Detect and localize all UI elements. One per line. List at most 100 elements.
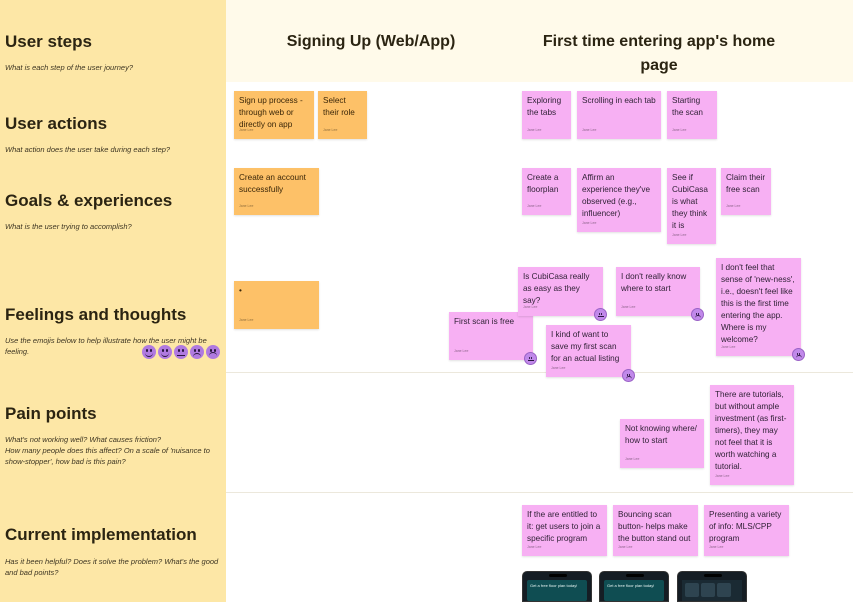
note-author: Jane Lee (551, 366, 566, 370)
note-author: Jane Lee (527, 204, 542, 208)
sticky-note-text: Create an account successfully (239, 173, 306, 194)
app-screen (682, 580, 742, 601)
app-screenshot[interactable]: Get a free floor plan today! (599, 571, 669, 602)
app-tile (685, 583, 699, 597)
note-author: Jane Lee (672, 233, 687, 237)
row-divider (226, 372, 853, 373)
phone-notch (704, 574, 722, 577)
note-author: Jane Lee (721, 345, 736, 349)
neutral-icon (174, 345, 188, 359)
app-tile (701, 583, 715, 597)
note-author: Jane Lee (582, 128, 597, 132)
row-subtitle-user-actions: What action does the user take during ea… (5, 145, 171, 154)
sticky-note[interactable]: Exploring the tabs Jane Lee (522, 91, 571, 139)
sticky-note-text: I don't feel that sense of 'new-ness', i… (721, 263, 795, 344)
note-author: Jane Lee (523, 305, 538, 309)
sticky-note[interactable]: I kind of want to save my first scan for… (546, 325, 635, 382)
note-author: Jane Lee (625, 457, 640, 461)
sticky-note-text: I don't really know where to start (621, 272, 687, 293)
note-author: Jane Lee (527, 128, 542, 132)
sticky-note[interactable]: I don't really know where to start Jane … (616, 267, 704, 321)
sticky-note[interactable]: Create a floorplan Jane Lee (522, 168, 571, 215)
app-screen-text: Get a free floor plan today! (607, 583, 655, 588)
sticky-note-text: First scan is free (454, 317, 515, 326)
row-subtitle-current-implementation: Has it been helpful? Does it solve the p… (5, 557, 219, 577)
row-subtitle-goals: What is the user trying to accomplish? (5, 222, 132, 231)
sticky-note[interactable]: First scan is free Jane Lee (449, 312, 537, 365)
row-subtitle-pain-points: What's not working well? What causes fri… (5, 435, 210, 466)
sticky-note[interactable]: Create an account successfully Jane Lee (234, 168, 319, 215)
emoji-scale (142, 345, 220, 359)
app-screen: Get a free floor plan today! (604, 580, 664, 601)
app-screen: Get a free floor plan today! (527, 580, 587, 601)
sticky-note[interactable]: Affirm an experience they've observed (e… (577, 168, 661, 232)
sticky-note[interactable]: Scrolling in each tab Jane Lee (577, 91, 661, 139)
column-header-first-time: First time entering app's home page (542, 33, 776, 74)
row-title-current-implementation: Current implementation (5, 525, 197, 544)
note-author: Jane Lee (239, 128, 254, 132)
sticky-note[interactable]: Presenting a variety of info: MLS/CPP pr… (704, 505, 789, 556)
sticky-note-text: Bouncing scan button- helps make the but… (618, 510, 691, 543)
sad-icon (622, 369, 635, 382)
sticky-note-text: Exploring the tabs (527, 96, 562, 117)
sticky-note[interactable]: Is CubiCasa really as easy as they say? … (518, 267, 607, 321)
sticky-note-text: • (239, 286, 242, 295)
row-title-pain-points: Pain points (5, 404, 97, 423)
column-header-signup: Signing Up (Web/App) (286, 33, 456, 50)
neutral-icon (594, 308, 607, 321)
row-subtitle-user-steps: What is each step of the user journey? (5, 63, 133, 72)
sticky-note[interactable]: I don't feel that sense of 'new-ness', i… (716, 258, 805, 361)
note-author: Jane Lee (239, 318, 254, 322)
app-tile (717, 583, 731, 597)
sad-icon (190, 345, 204, 359)
sticky-note-text: Scrolling in each tab (582, 96, 656, 105)
note-author: Jane Lee (527, 545, 542, 549)
note-author: Jane Lee (454, 349, 469, 353)
sad-icon (691, 308, 704, 321)
sticky-note[interactable]: Not knowing where/ how to start Jane Lee (620, 419, 704, 468)
row-labels-column: User steps What is each step of the user… (0, 0, 226, 602)
note-author: Jane Lee (672, 128, 687, 132)
note-author: Jane Lee (323, 128, 338, 132)
sticky-note[interactable]: See if CubiCasa is what they think it is… (667, 168, 716, 244)
sticky-note[interactable]: If the are entitled to it: get users to … (522, 505, 607, 556)
sticky-note[interactable]: There are tutorials, but without ample i… (710, 385, 794, 485)
sticky-note-text: Claim their free scan (726, 173, 766, 194)
note-author: Jane Lee (709, 545, 724, 549)
neutral-icon (524, 352, 537, 365)
sticky-note[interactable]: Select their role Jane Lee (318, 91, 367, 139)
sticky-note-text: If the are entitled to it: get users to … (527, 510, 601, 543)
row-title-feelings: Feelings and thoughts (5, 305, 187, 324)
app-screen-text: Get a free floor plan today! (530, 583, 578, 588)
note-author: Jane Lee (621, 305, 636, 309)
app-screenshot[interactable]: Get a free floor plan today! (522, 571, 592, 602)
note-author: Jane Lee (726, 204, 741, 208)
phone-notch (549, 574, 567, 577)
row-divider (226, 492, 853, 493)
app-screenshot[interactable] (677, 571, 747, 602)
sticky-note-text: See if CubiCasa is what they think it is (672, 173, 708, 230)
row-title-goals: Goals & experiences (5, 191, 173, 210)
sticky-note-text: Select their role (323, 96, 355, 117)
journey-map-board: User steps What is each step of the user… (0, 0, 853, 602)
row-title-user-actions: User actions (5, 114, 108, 133)
very-sad-icon (206, 345, 220, 359)
happy-icon (158, 345, 172, 359)
sticky-note[interactable]: Claim their free scan Jane Lee (721, 168, 771, 215)
very-happy-icon (142, 345, 156, 359)
sticky-note-text: I kind of want to save my first scan for… (551, 330, 620, 363)
sticky-note-text: Not knowing where/ how to start (625, 424, 697, 445)
phone-notch (626, 574, 644, 577)
sticky-note-text: Create a floorplan (527, 173, 559, 194)
sticky-note[interactable]: Bouncing scan button- helps make the but… (613, 505, 698, 556)
note-author: Jane Lee (618, 545, 633, 549)
row-title-user-steps: User steps (5, 32, 92, 51)
sticky-note-text: There are tutorials, but without ample i… (715, 390, 787, 471)
sticky-note-text: Presenting a variety of info: MLS/CPP pr… (709, 510, 782, 543)
sticky-note-text: Starting the scan (672, 96, 703, 117)
sticky-note[interactable]: Sign up process - through web or directl… (234, 91, 314, 139)
very-sad-icon (792, 348, 805, 361)
sticky-note[interactable]: • Jane Lee (234, 281, 319, 329)
sticky-note[interactable]: Starting the scan Jane Lee (667, 91, 717, 139)
note-author: Jane Lee (239, 204, 254, 208)
